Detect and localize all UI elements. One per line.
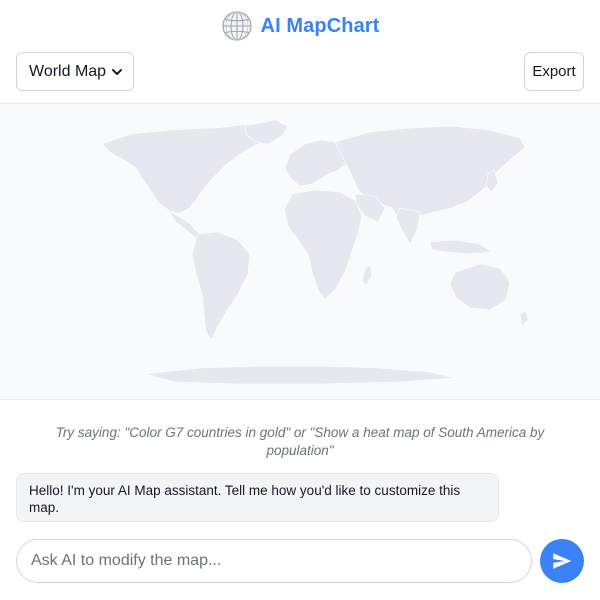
app-title: AI MapChart xyxy=(260,14,380,37)
map-type-selected-value: World Map xyxy=(29,62,107,80)
world-map[interactable] xyxy=(0,104,600,401)
app-header: AI MapChart xyxy=(0,0,600,52)
globe-icon xyxy=(221,11,252,41)
map-canvas[interactable] xyxy=(0,103,600,400)
south-america xyxy=(191,231,251,341)
send-button[interactable] xyxy=(540,539,584,583)
export-button[interactable]: Export xyxy=(524,52,584,91)
send-icon xyxy=(553,553,572,569)
chevron-down-icon xyxy=(112,68,122,75)
prompt-hint: Try saying: "Color G7 countries in gold"… xyxy=(55,425,545,458)
map-type-select[interactable]: World Map xyxy=(16,52,134,91)
india xyxy=(395,207,421,245)
africa xyxy=(283,189,363,300)
chat-input[interactable] xyxy=(16,539,532,583)
indonesia xyxy=(429,239,493,255)
assistant-message: Hello! I'm your AI Map assistant. Tell m… xyxy=(16,473,499,522)
madagascar xyxy=(361,263,373,287)
antarctica xyxy=(144,365,456,385)
central-america xyxy=(167,209,203,239)
australia xyxy=(449,263,511,311)
new-zealand xyxy=(519,309,529,327)
